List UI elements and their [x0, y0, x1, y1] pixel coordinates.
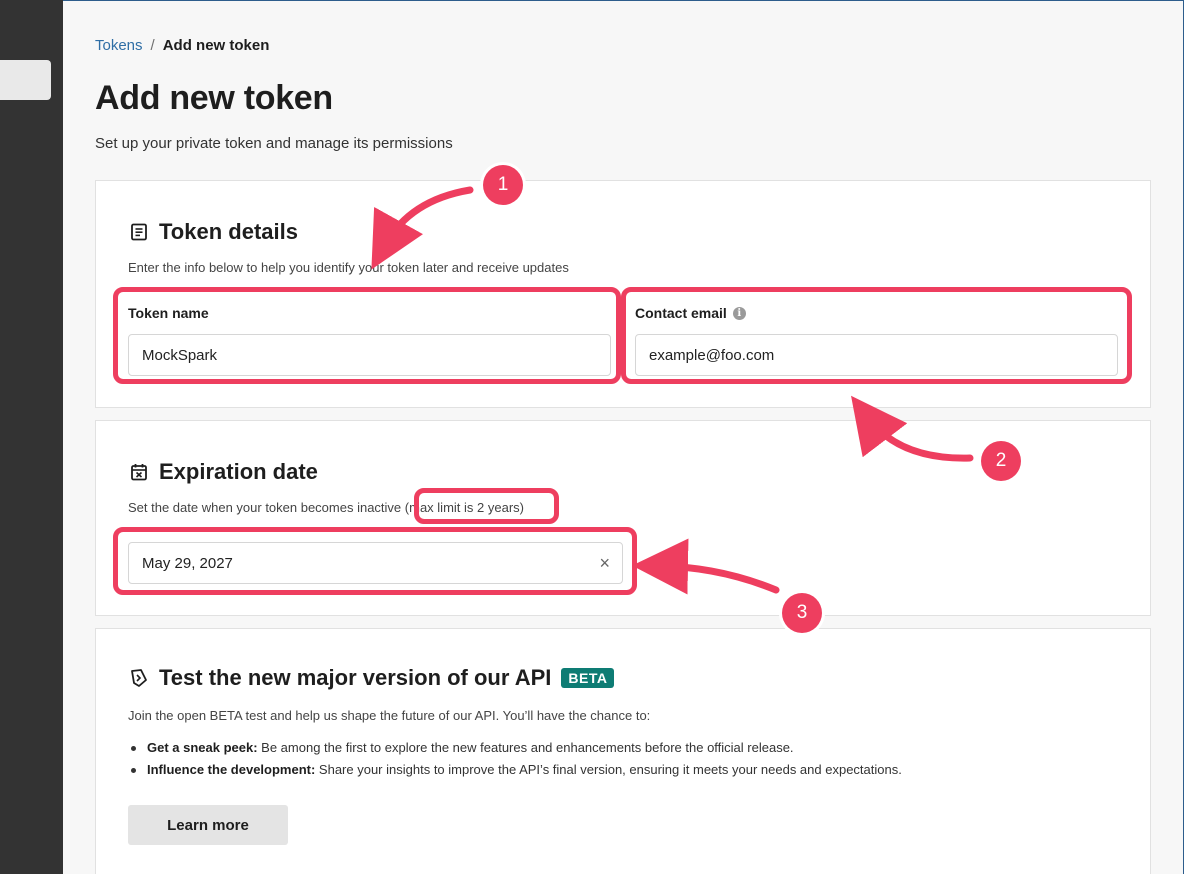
expiration-date-input[interactable]: May 29, 2027 ×: [128, 542, 623, 584]
breadcrumb-separator: /: [150, 37, 155, 54]
beta-intro: Join the open BETA test and help us shap…: [128, 708, 651, 723]
bullet-bold: Influence the development:: [147, 762, 316, 777]
annotation-marker-2: 2: [981, 441, 1021, 481]
bullet-bold: Get a sneak peek:: [147, 740, 258, 755]
expiration-description-text: Set the date when your token becomes ina…: [128, 500, 402, 515]
expiration-title: Expiration date: [159, 459, 318, 484]
beta-header: Test the new major version of our API BE…: [129, 665, 615, 691]
document-list-icon: [129, 222, 149, 242]
beta-title: Test the new major version of our API: [159, 665, 552, 690]
token-details-title: Token details: [159, 219, 298, 244]
learn-more-button[interactable]: Learn more: [128, 805, 288, 845]
token-details-description: Enter the info below to help you identif…: [128, 260, 569, 275]
expiration-date-value: May 29, 2027: [142, 554, 233, 572]
contact-email-input[interactable]: example@foo.com: [635, 334, 1118, 376]
page-title: Add new token: [95, 79, 333, 117]
annotation-marker-3: 3: [782, 593, 822, 633]
token-name-label-text: Token name: [128, 305, 209, 321]
page-subtitle: Set up your private token and manage its…: [95, 135, 453, 152]
token-name-label: Token name: [128, 305, 209, 321]
beta-badge: BETA: [561, 668, 615, 688]
sidebar-item-active[interactable]: [0, 60, 51, 100]
token-name-input[interactable]: MockSpark: [128, 334, 611, 376]
beta-bullet-list: Get a sneak peek: Be among the first to …: [128, 737, 902, 781]
expiration-limit-note: (max limit is 2 years): [404, 500, 524, 515]
expiration-header: Expiration date: [129, 459, 318, 485]
contact-email-label-text: Contact email: [635, 305, 727, 321]
bullet-text: Share your insights to improve the API’s…: [315, 762, 902, 777]
clear-date-icon[interactable]: ×: [599, 553, 610, 574]
breadcrumb-current: Add new token: [162, 37, 270, 54]
calendar-x-icon: [129, 462, 149, 482]
list-item: Get a sneak peek: Be among the first to …: [128, 737, 902, 759]
list-item: Influence the development: Share your in…: [128, 759, 902, 781]
token-details-card: Token details Enter the info below to he…: [95, 180, 1151, 408]
breadcrumb: Tokens / Add new token: [95, 37, 269, 54]
info-icon[interactable]: i: [732, 306, 746, 320]
token-name-value: MockSpark: [142, 346, 218, 364]
token-details-header: Token details: [129, 219, 298, 245]
beta-card: Test the new major version of our API BE…: [95, 628, 1151, 874]
contact-email-label: Contact email i: [635, 305, 746, 321]
expiration-description: Set the date when your token becomes ina…: [128, 500, 524, 515]
sidebar: [0, 0, 63, 874]
flask-icon: [129, 668, 149, 688]
breadcrumb-tokens-link[interactable]: Tokens: [95, 37, 143, 54]
annotation-marker-1: 1: [483, 165, 523, 205]
contact-email-value: example@foo.com: [649, 346, 775, 364]
bullet-text: Be among the first to explore the new fe…: [257, 740, 794, 755]
main-content: Tokens / Add new token Add new token Set…: [63, 0, 1184, 874]
